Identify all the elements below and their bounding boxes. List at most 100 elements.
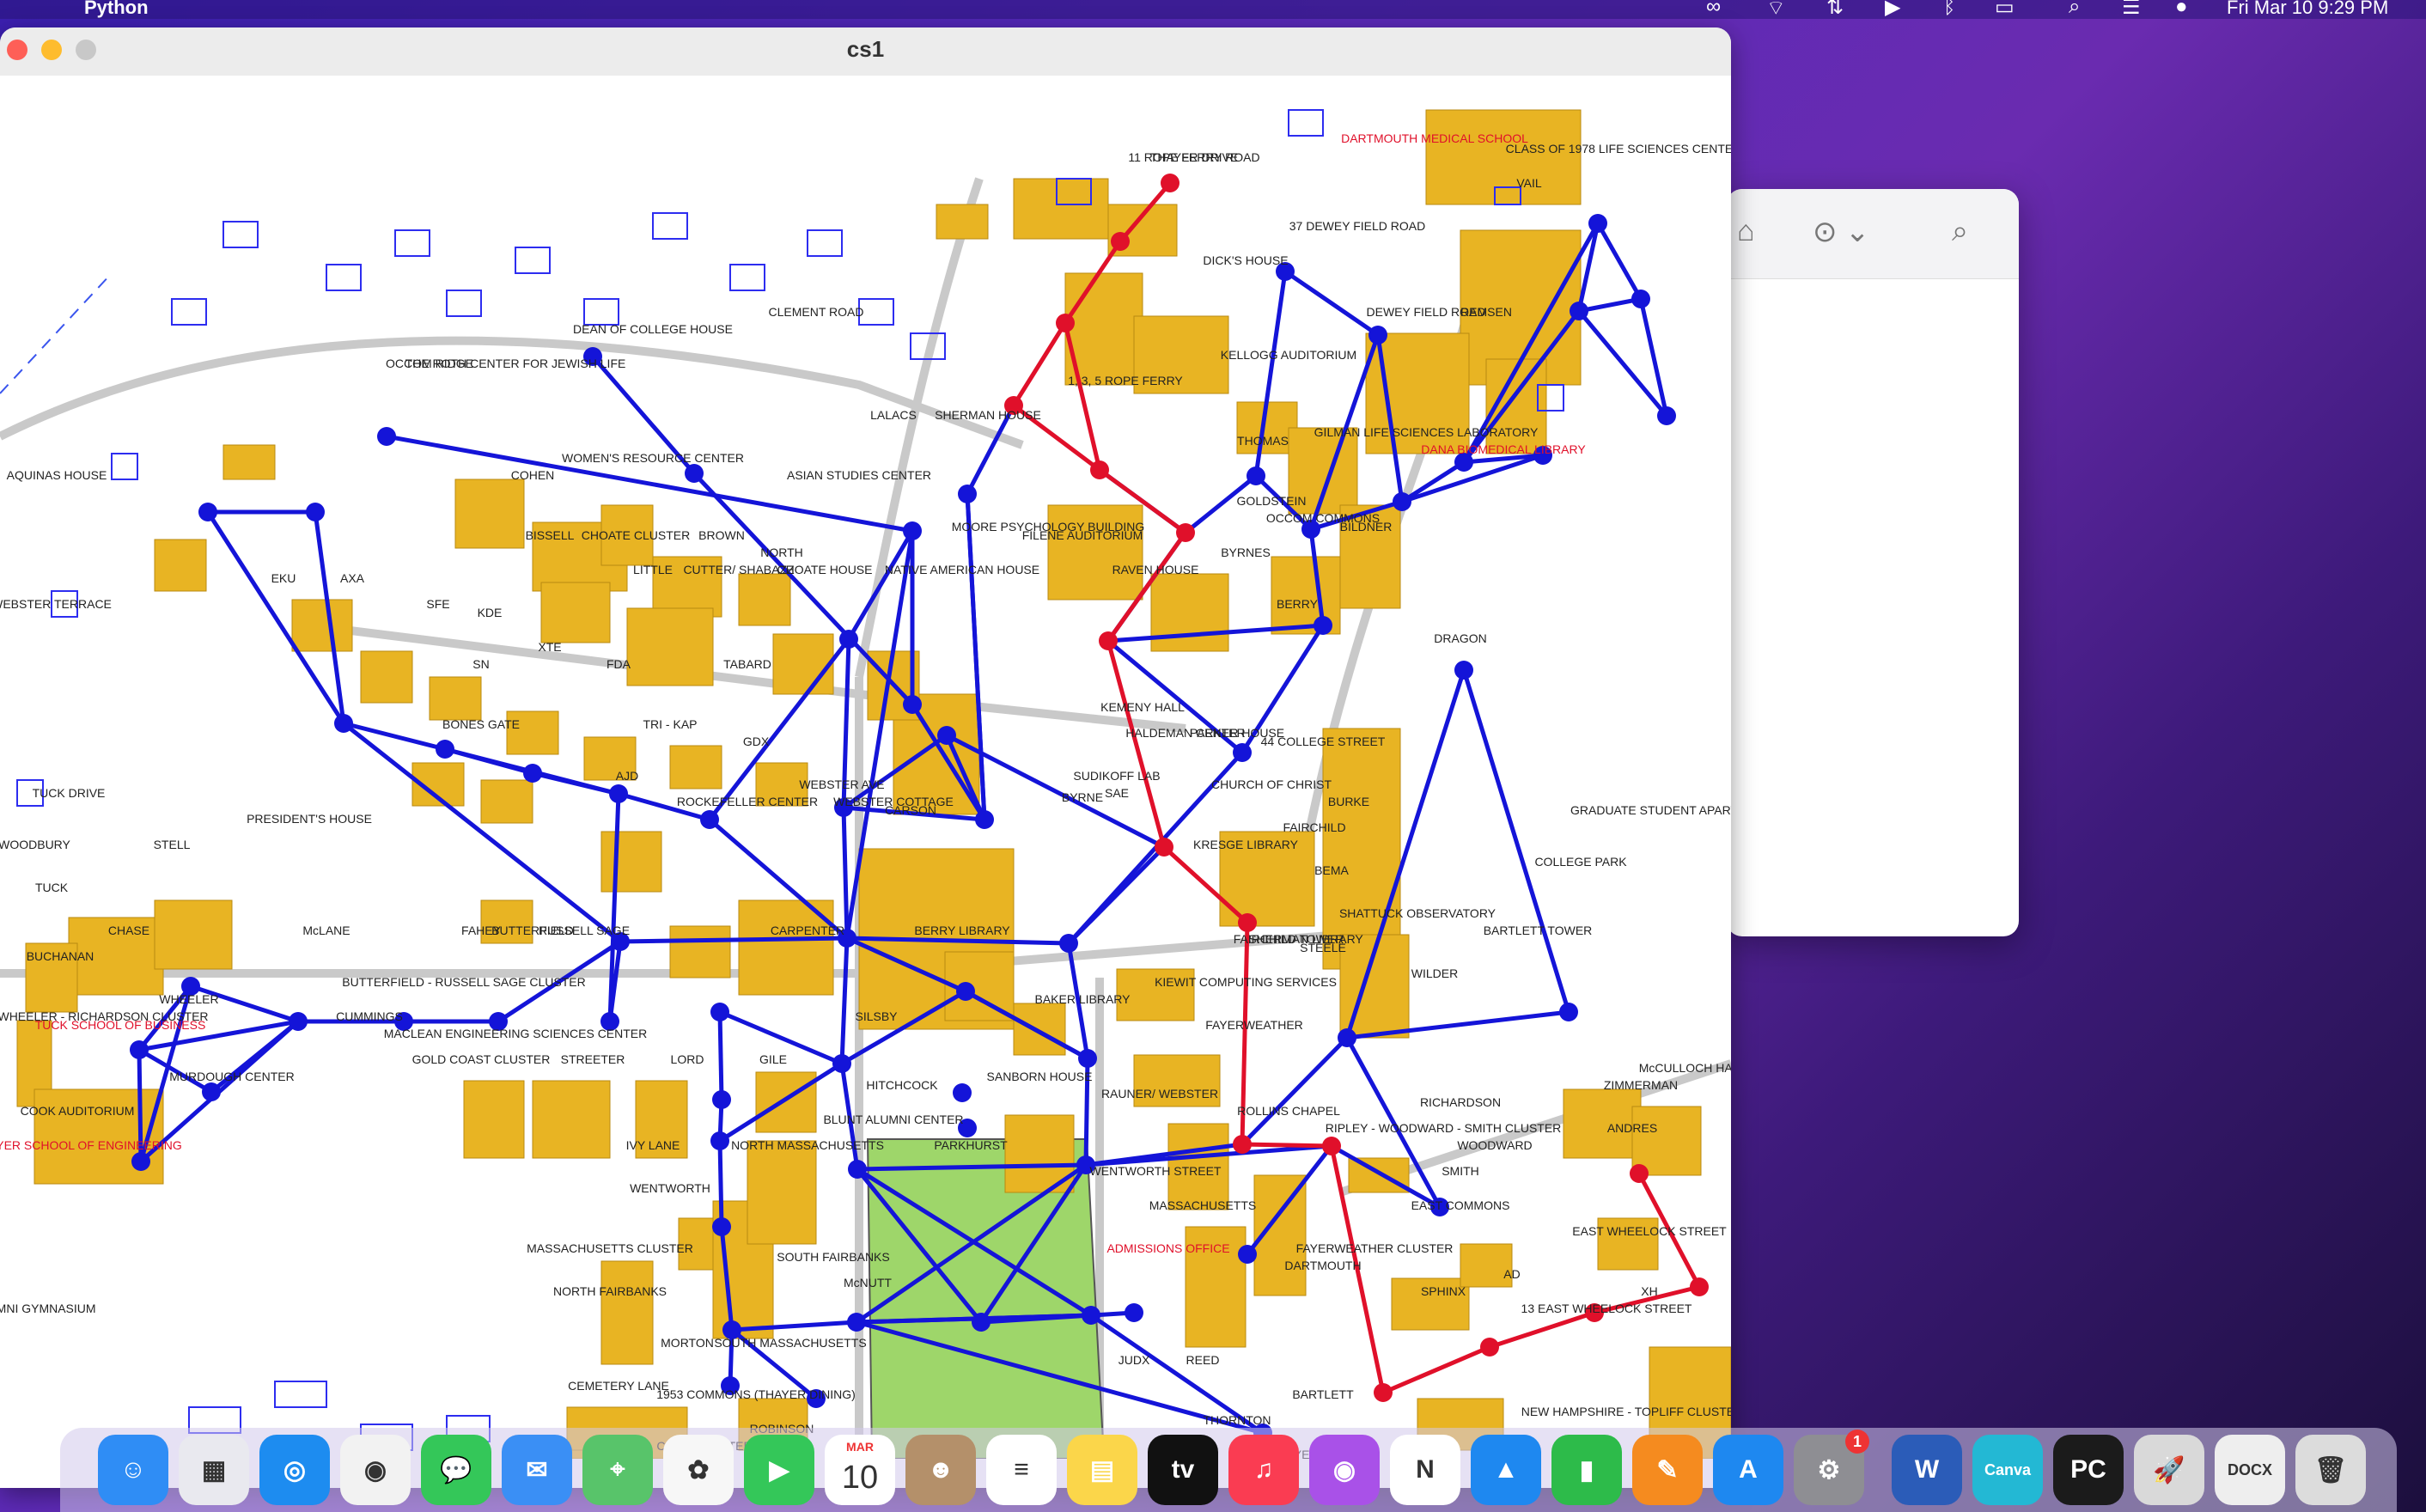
path-node[interactable] (1233, 743, 1252, 762)
path-node[interactable] (1314, 616, 1332, 635)
path-node[interactable] (1155, 838, 1173, 857)
path-node[interactable] (334, 714, 353, 733)
system-settings-dock-icon[interactable]: ⚙ 1 (1794, 1430, 1869, 1505)
path-node[interactable] (1322, 1137, 1341, 1155)
path-node[interactable] (958, 485, 977, 503)
path-node[interactable] (1090, 460, 1109, 479)
more-options-icon[interactable]: ⊙ ⌄ (1813, 215, 1869, 249)
calendar-dock-icon[interactable]: MAR 10 (825, 1435, 895, 1505)
path-node[interactable] (1099, 631, 1118, 650)
mail-dock-icon[interactable]: ✉ (502, 1435, 572, 1505)
path-node[interactable] (1454, 661, 1473, 680)
path-node[interactable] (523, 764, 542, 783)
control-center-icon[interactable]: ☰ (2122, 0, 2141, 20)
path-node[interactable] (848, 1160, 867, 1179)
path-node[interactable] (1338, 1028, 1356, 1047)
path-node[interactable] (953, 1083, 972, 1102)
path-node[interactable] (700, 810, 719, 829)
document-dock-icon[interactable]: DOCX (2215, 1435, 2285, 1505)
path-node[interactable] (710, 1131, 729, 1150)
path-node[interactable] (1247, 466, 1265, 485)
finder-dock-icon[interactable]: ☺ (98, 1435, 168, 1505)
path-node[interactable] (1480, 1338, 1499, 1357)
path-node[interactable] (839, 630, 858, 649)
python-launcher-dock-icon[interactable]: 🚀 (2134, 1435, 2204, 1505)
path-node[interactable] (131, 1152, 150, 1171)
path-node[interactable] (1059, 934, 1078, 953)
path-node[interactable] (903, 695, 922, 714)
path-node[interactable] (1111, 232, 1130, 251)
tag-icon[interactable]: ⌂ (1737, 215, 1755, 248)
background-window[interactable]: ⌂ ⊙ ⌄ ⌕ (1727, 189, 2019, 936)
path-node[interactable] (1393, 492, 1411, 511)
path-node[interactable] (832, 1054, 851, 1073)
path-node[interactable] (956, 982, 975, 1001)
path-node[interactable] (712, 1090, 731, 1109)
path-node[interactable] (306, 503, 325, 521)
word-dock-icon[interactable]: W (1892, 1435, 1962, 1505)
path-node[interactable] (1238, 913, 1257, 932)
path-node[interactable] (609, 784, 628, 803)
bluetooth-icon[interactable]: ᛒ (1943, 0, 1955, 19)
path-node[interactable] (1657, 406, 1676, 425)
pages-dock-icon[interactable]: ✎ (1632, 1435, 1703, 1505)
creative-cloud-icon[interactable]: ∞ (1706, 0, 1721, 19)
network-icon[interactable]: ⇅ (1826, 0, 1844, 20)
path-node[interactable] (1238, 1245, 1257, 1264)
photos-dock-icon[interactable]: ✿ (663, 1435, 734, 1505)
search-icon[interactable]: ⌕ (1952, 215, 1968, 248)
path-node[interactable] (1690, 1277, 1709, 1296)
trash-dock-icon[interactable]: 🗑 (2295, 1435, 2366, 1505)
play-icon[interactable]: ▶ (1885, 0, 1900, 20)
app-store-dock-icon[interactable]: A (1713, 1435, 1783, 1505)
launchpad-dock-icon[interactable]: ▦ (179, 1435, 249, 1505)
music-dock-icon[interactable]: ♫ (1228, 1435, 1299, 1505)
notes-dock-icon[interactable]: ▤ (1067, 1435, 1137, 1505)
podcasts-dock-icon[interactable]: ◉ (1309, 1435, 1380, 1505)
tv-dock-icon[interactable]: tv (1148, 1435, 1218, 1505)
path-node[interactable] (436, 740, 454, 759)
pycharm-dock-icon[interactable]: PC (2053, 1435, 2124, 1505)
keynote-dock-icon[interactable]: ▲ (1471, 1435, 1541, 1505)
path-node[interactable] (1374, 1383, 1393, 1402)
path-node[interactable] (972, 1313, 991, 1332)
path-node[interactable] (1631, 290, 1650, 308)
path-node[interactable] (289, 1012, 308, 1031)
path-node[interactable] (903, 521, 922, 540)
messages-dock-icon[interactable]: 💬 (421, 1435, 491, 1505)
reminders-dock-icon[interactable]: ≡ (986, 1435, 1057, 1505)
map-window[interactable]: cs1 11 ROPE FERRY ROAD DARTMOUTH MEDICAL … (0, 27, 1731, 1488)
path-node[interactable] (685, 464, 704, 483)
app-menu-name[interactable]: Python (84, 0, 149, 19)
window-titlebar[interactable]: cs1 (0, 27, 1731, 76)
path-node[interactable] (1176, 523, 1195, 542)
chrome-dock-icon[interactable]: ◉ (340, 1435, 411, 1505)
path-node[interactable] (1368, 326, 1387, 344)
path-node[interactable] (1125, 1303, 1143, 1322)
path-node[interactable] (975, 810, 994, 829)
numbers-dock-icon[interactable]: ▮ (1551, 1435, 1622, 1505)
path-node[interactable] (847, 1313, 866, 1332)
path-node[interactable] (198, 503, 217, 521)
path-node[interactable] (1588, 214, 1607, 233)
battery-icon[interactable]: ▭ (1995, 0, 2015, 20)
menu-clock[interactable]: Fri Mar 10 9:29 PM (2227, 0, 2388, 19)
path-node[interactable] (1078, 1049, 1097, 1068)
campus-map[interactable]: 11 ROPE FERRY ROADDARTMOUTH MEDICAL SCHO… (0, 76, 1731, 1459)
path-node[interactable] (1570, 302, 1588, 320)
path-node[interactable] (1161, 174, 1179, 192)
wifi-status-icon[interactable]: ⌔ (1766, 0, 1786, 21)
news-dock-icon[interactable]: N (1390, 1435, 1460, 1505)
safari-dock-icon[interactable]: ◎ (259, 1435, 330, 1505)
maps-dock-icon[interactable]: ⌖ (582, 1435, 653, 1505)
path-node[interactable] (710, 1003, 729, 1021)
path-node[interactable] (377, 427, 396, 446)
contacts-dock-icon[interactable]: ☻ (905, 1435, 976, 1505)
path-node[interactable] (712, 1217, 731, 1236)
path-node[interactable] (1559, 1003, 1578, 1021)
canva-dock-icon[interactable]: Canva (1972, 1435, 2043, 1505)
path-node[interactable] (130, 1040, 149, 1059)
siri-icon[interactable]: ● (2175, 0, 2188, 19)
path-node[interactable] (202, 1082, 221, 1101)
path-node[interactable] (1630, 1164, 1649, 1183)
